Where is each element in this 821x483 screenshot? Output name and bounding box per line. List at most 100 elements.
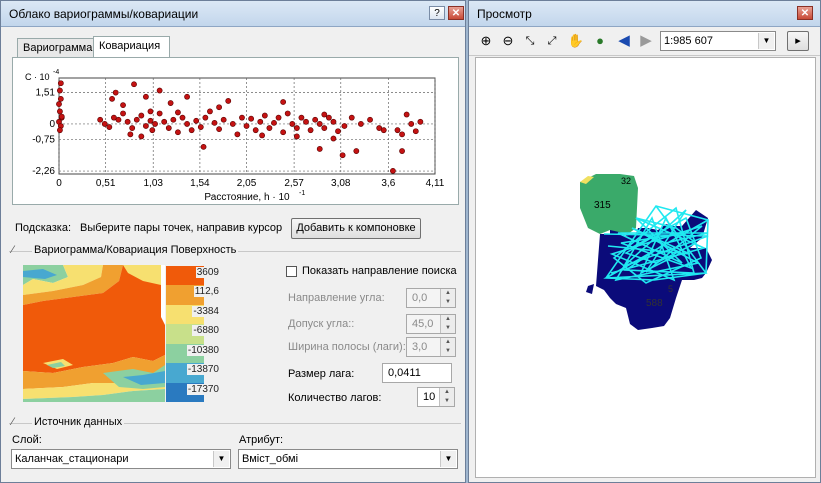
scatter-point[interactable] xyxy=(202,114,209,121)
scatter-point[interactable] xyxy=(124,118,131,125)
zoom-out-icon[interactable]: ⊖ xyxy=(499,32,517,50)
scatter-point[interactable] xyxy=(403,111,410,118)
scatter-point[interactable] xyxy=(271,119,277,126)
scatter-point[interactable] xyxy=(138,112,145,119)
layer-select[interactable]: Каланчак_стационари ▼ xyxy=(11,449,231,469)
scatter-point[interactable] xyxy=(289,121,296,127)
scatter-point[interactable] xyxy=(112,89,119,96)
scatter-point[interactable] xyxy=(188,127,195,134)
scatter-point[interactable] xyxy=(193,117,200,124)
help-button[interactable]: ? xyxy=(429,6,445,20)
surface-map[interactable] xyxy=(23,265,165,402)
scatter-point[interactable] xyxy=(101,121,108,127)
scatter-point[interactable] xyxy=(225,98,232,104)
scatter-point[interactable] xyxy=(165,125,172,131)
scatter-point[interactable] xyxy=(339,152,346,159)
scatter-point[interactable] xyxy=(348,114,355,121)
scatter-point[interactable] xyxy=(266,125,273,131)
scatter-point[interactable] xyxy=(399,131,405,138)
scatter-point[interactable] xyxy=(156,110,163,117)
scatter-point[interactable] xyxy=(57,108,63,115)
scatter-point[interactable] xyxy=(143,123,149,129)
scatter-point[interactable] xyxy=(330,118,337,125)
scatter-point[interactable] xyxy=(275,114,282,121)
scatter-point[interactable] xyxy=(316,146,323,152)
scatter-point[interactable] xyxy=(341,123,348,129)
scatter-point[interactable] xyxy=(147,108,154,115)
collapse-surface-icon[interactable]: ⁄ xyxy=(12,244,14,256)
scatter-point[interactable] xyxy=(131,81,137,88)
scatter-point[interactable] xyxy=(197,124,204,130)
scatter-point[interactable] xyxy=(184,93,190,100)
scatter-point[interactable] xyxy=(133,116,140,123)
scatter-point[interactable] xyxy=(248,115,255,122)
scatter-point[interactable] xyxy=(57,87,63,94)
scatter-point[interactable] xyxy=(220,116,227,123)
scatter-point[interactable] xyxy=(390,167,396,174)
back-arrow-icon[interactable]: ◀ xyxy=(615,32,633,50)
covariance-cloud-chart[interactable]: 0 0,51 1,03 1,54 2,05 2,57 3,08 3,6 4,11 1,51 0 -0,… xyxy=(13,58,458,204)
scatter-point[interactable] xyxy=(120,110,126,117)
scatter-point[interactable] xyxy=(58,113,65,120)
spin-arrows-icon[interactable]: ▲ ▼ xyxy=(440,289,455,307)
scatter-point[interactable] xyxy=(149,127,156,134)
spin-arrows-icon[interactable]: ▲ ▼ xyxy=(440,338,455,356)
scatter-point[interactable] xyxy=(106,124,113,130)
scatter-point[interactable] xyxy=(175,109,181,116)
scatter-point[interactable] xyxy=(330,135,337,142)
scatter-point[interactable] xyxy=(143,93,149,100)
scatter-point[interactable] xyxy=(120,102,126,109)
bandwidth-spinner[interactable]: 3,0 ▲ ▼ xyxy=(406,337,456,357)
scatter-point[interactable] xyxy=(229,121,236,127)
scatter-point[interactable] xyxy=(129,125,136,131)
scatter-point[interactable] xyxy=(367,116,373,123)
lag-size-input[interactable]: 0,0411 xyxy=(382,363,452,383)
forward-arrow-icon[interactable]: ▶ xyxy=(637,32,655,50)
scatter-point[interactable] xyxy=(307,127,314,134)
map-view[interactable]: 315 32 588 5 xyxy=(476,58,815,477)
angle-direction-spinner[interactable]: 0,0 ▲ ▼ xyxy=(406,288,456,308)
scatter-point[interactable] xyxy=(417,118,424,125)
zoom-in-icon[interactable]: ⊕ xyxy=(477,32,495,50)
close-button[interactable]: ✕ xyxy=(448,6,464,20)
fixed-zoom-out-icon[interactable]: ⤢ xyxy=(543,32,561,50)
map-canvas[interactable]: 315 32 588 5 xyxy=(475,57,816,478)
scatter-point[interactable] xyxy=(284,110,291,117)
scatter-point[interactable] xyxy=(321,125,328,131)
scatter-point[interactable] xyxy=(303,118,309,125)
angle-tolerance-spinner[interactable]: 45,0 ▲ ▼ xyxy=(406,314,456,334)
scatter-point[interactable] xyxy=(298,114,305,121)
scatter-point[interactable] xyxy=(325,114,332,121)
chevron-down-icon[interactable]: ▼ xyxy=(440,451,456,467)
scatter-point[interactable] xyxy=(184,121,190,127)
pan-hand-icon[interactable]: ✋ xyxy=(567,32,585,50)
scatter-point[interactable] xyxy=(312,116,319,123)
scatter-point[interactable] xyxy=(335,128,341,135)
scatter-point[interactable] xyxy=(115,116,122,123)
tab-variogram[interactable]: Вариограмма xyxy=(17,38,94,58)
scatter-point[interactable] xyxy=(293,133,300,140)
tab-covariance[interactable]: Ковариация xyxy=(93,36,170,58)
full-extent-globe-icon[interactable]: ● xyxy=(591,32,609,50)
scatter-point[interactable] xyxy=(57,95,64,102)
scatter-point[interactable] xyxy=(252,127,259,134)
scatter-point[interactable] xyxy=(57,80,64,87)
scatter-point[interactable] xyxy=(259,132,265,139)
scatter-point[interactable] xyxy=(97,116,104,123)
scatter-point[interactable] xyxy=(200,143,207,150)
scatter-point[interactable] xyxy=(257,118,264,125)
chevron-down-icon[interactable]: ▼ xyxy=(213,451,229,467)
scatter-point[interactable] xyxy=(399,148,405,154)
scatter-point[interactable] xyxy=(109,95,115,102)
scatter-point[interactable] xyxy=(147,117,154,124)
collapse-source-icon[interactable]: ⁄ xyxy=(12,416,14,428)
scatter-point[interactable] xyxy=(127,131,134,138)
scatter-point[interactable] xyxy=(321,111,328,118)
scatter-point[interactable] xyxy=(357,121,364,127)
close-button[interactable]: ✕ xyxy=(797,6,813,20)
scatter-point[interactable] xyxy=(167,100,174,106)
scatter-point[interactable] xyxy=(412,128,419,135)
chevron-down-icon[interactable]: ▼ xyxy=(758,33,774,49)
lag-count-spinner[interactable]: 10 ▲ ▼ xyxy=(417,387,455,407)
fixed-zoom-in-icon[interactable]: ⤡ xyxy=(521,32,539,50)
